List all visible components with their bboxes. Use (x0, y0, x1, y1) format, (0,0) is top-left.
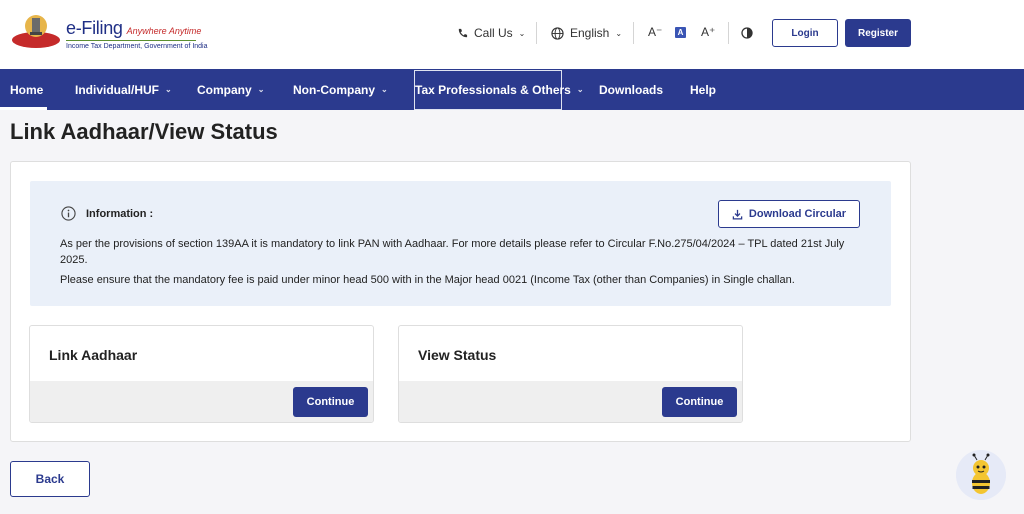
nav-item-non-company[interactable]: Non-Company ⌄ (293, 69, 388, 110)
nav-item-home[interactable]: Home (10, 69, 43, 110)
chatbot-bee-icon[interactable] (956, 450, 1006, 500)
active-nav-indicator (0, 107, 47, 110)
register-button[interactable]: Register (845, 19, 911, 47)
emblem-logo-icon[interactable] (10, 12, 62, 52)
link-aadhaar-card: Link Aadhaar Continue (29, 325, 374, 423)
chevron-down-icon: ⌄ (381, 85, 388, 94)
nav-item-label: Downloads (599, 82, 664, 97)
nav-item-company[interactable]: Company ⌄ (197, 69, 264, 110)
page-title: Link Aadhaar/View Status (10, 119, 278, 144)
header-divider (728, 22, 729, 44)
brand-block[interactable]: e-Filing Anywhere Anytime Income Tax Dep… (66, 18, 208, 50)
phone-icon (458, 28, 468, 37)
view-status-continue-button[interactable]: Continue (662, 387, 737, 417)
card-title: Link Aadhaar (49, 347, 138, 363)
contrast-icon[interactable] (741, 27, 753, 39)
download-circular-button[interactable]: Download Circular (718, 200, 860, 228)
information-text-fee: Please ensure that the mandatory fee is … (60, 274, 795, 286)
nav-item-help[interactable]: Help (690, 69, 716, 110)
font-default-button[interactable]: A (675, 27, 686, 38)
chevron-down-icon: ⌄ (576, 85, 584, 94)
nav-item-label: Individual/HUF (75, 82, 159, 97)
font-increase-button[interactable]: A⁺ (701, 25, 715, 39)
nav-item-label: Non-Company (293, 82, 375, 97)
card-title: View Status (418, 347, 497, 363)
call-us-label: Call Us (474, 26, 513, 40)
nav-item-individual-huf[interactable]: Individual/HUF ⌄ (75, 69, 172, 110)
nav-item-label: Help (690, 82, 717, 97)
chevron-down-icon: ⌄ (165, 85, 172, 94)
brand-rule (66, 40, 196, 41)
chevron-down-icon: ⌄ (518, 28, 526, 38)
information-text-pan-aadhaar: As per the provisions of section 139AA i… (60, 238, 845, 266)
language-dropdown[interactable]: English ⌄ (551, 26, 622, 40)
chevron-down-icon: ⌄ (615, 28, 623, 38)
brand-tagline: Anywhere Anytime (126, 26, 202, 36)
call-us-dropdown[interactable]: Call Us ⌄ (457, 26, 525, 40)
brand-subtitle: Income Tax Department, Government of Ind… (66, 43, 208, 50)
chevron-down-icon: ⌄ (257, 85, 265, 94)
globe-icon (551, 26, 564, 40)
nav-item-tax-professionals[interactable]: Tax Professionals & Others ⌄ (415, 69, 584, 110)
nav-item-label: Home (10, 82, 44, 97)
download-circular-label: Download Circular (748, 208, 847, 220)
login-button[interactable]: Login (772, 19, 838, 47)
nav-item-label: Tax Professionals & Others (415, 82, 571, 97)
font-decrease-button[interactable]: A⁻ (648, 25, 662, 39)
language-label: English (570, 26, 610, 40)
back-button[interactable]: Back (10, 461, 90, 497)
download-icon (732, 209, 743, 220)
header-divider (633, 22, 634, 44)
view-status-card: View Status Continue (398, 325, 743, 423)
info-icon (61, 206, 76, 221)
nav-item-label: Company (197, 82, 252, 97)
brand-title: e-Filing (66, 18, 123, 38)
link-aadhaar-continue-button[interactable]: Continue (293, 387, 368, 417)
header-divider (536, 22, 537, 44)
information-heading: Information : (86, 208, 154, 220)
nav-item-downloads[interactable]: Downloads (599, 69, 663, 110)
